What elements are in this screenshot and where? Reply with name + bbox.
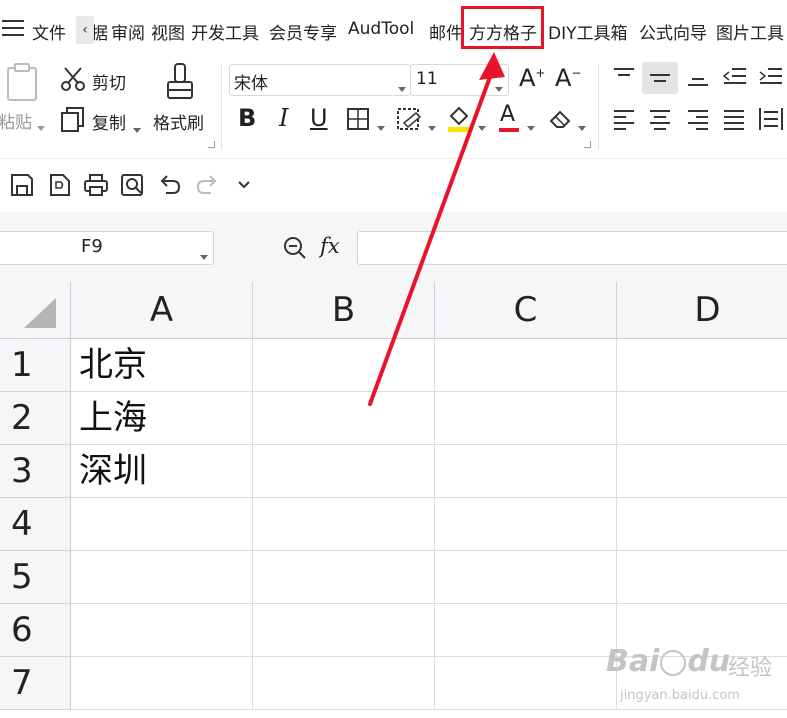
baidu-watermark-logo: Bai du 经验 jingyan.baidu.com	[606, 644, 773, 703]
paw-icon	[660, 649, 687, 676]
annotation-arrow	[368, 52, 505, 406]
